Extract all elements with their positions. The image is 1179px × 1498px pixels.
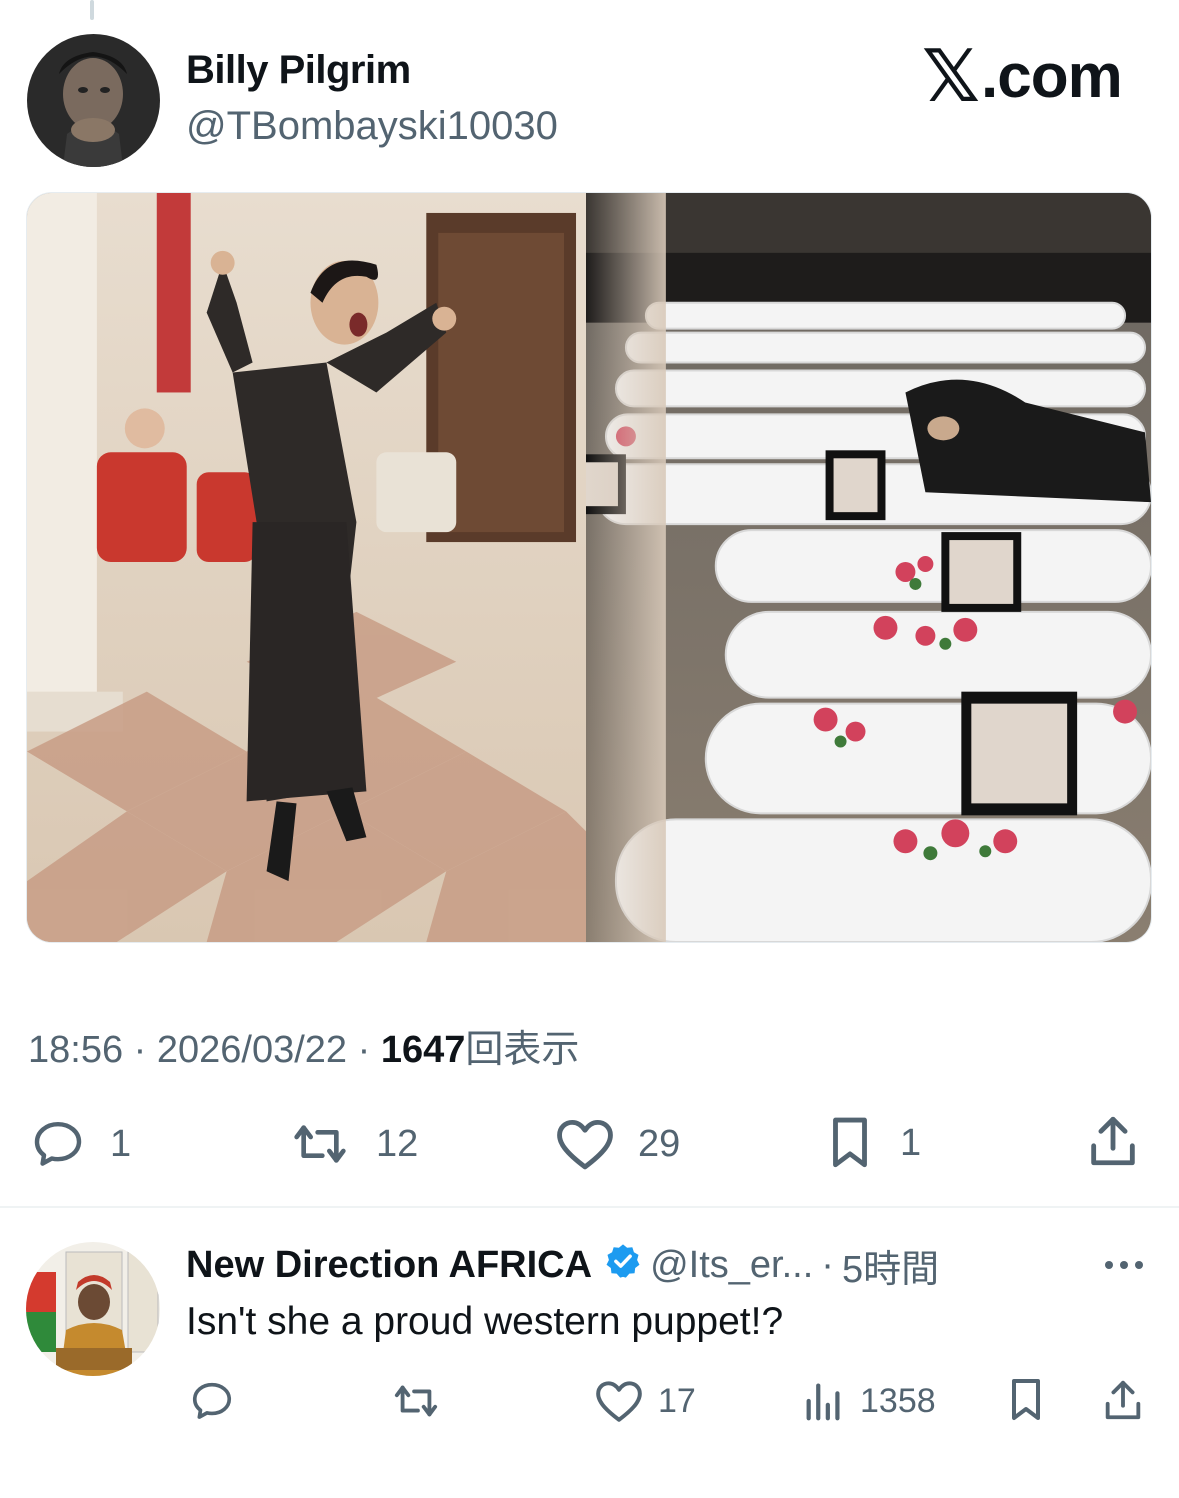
divider — [0, 1206, 1179, 1208]
reply-like-button[interactable]: 17 — [594, 1378, 696, 1424]
reply-author-handle[interactable]: @Its_er... — [650, 1244, 813, 1287]
more-options-icon[interactable] — [1102, 1258, 1146, 1277]
heart-icon — [557, 1119, 613, 1170]
heart-icon — [596, 1381, 642, 1422]
reply-icon — [192, 1382, 232, 1419]
reply-header: New Direction AFRICA @Its_er... · 5時間 — [186, 1238, 939, 1293]
x-com-domain: .com — [981, 41, 1123, 111]
share-icon — [1091, 1116, 1135, 1166]
repost-button[interactable]: 12 — [286, 1116, 418, 1172]
repost-count: 12 — [376, 1122, 419, 1165]
views-label: 回表示 — [465, 1029, 580, 1071]
reply-views-count: 1358 — [860, 1381, 936, 1420]
reply-author-name[interactable]: New Direction AFRICA — [186, 1244, 592, 1287]
reply-reply-button[interactable] — [188, 1378, 250, 1424]
reply-icon — [34, 1121, 82, 1166]
repost-icon — [294, 1125, 346, 1163]
x-com-logo: 𝕏 .com — [922, 34, 1123, 118]
reply-text: Isn't she a proud western puppet!? — [186, 1300, 784, 1343]
reply-views-button[interactable]: 1358 — [802, 1378, 936, 1424]
reply-repost-button[interactable] — [388, 1378, 458, 1424]
photo-icon — [27, 193, 1151, 942]
reply-author-avatar[interactable] — [26, 1242, 160, 1376]
reply-button[interactable]: 1 — [28, 1116, 131, 1172]
author-handle[interactable]: @TBombayski10030 — [186, 104, 558, 149]
x-logo-icon: 𝕏 — [922, 34, 980, 118]
like-button[interactable]: 29 — [554, 1116, 680, 1172]
share-button[interactable] — [1084, 1112, 1142, 1170]
author-avatar[interactable] — [27, 34, 160, 167]
author-name[interactable]: Billy Pilgrim — [186, 48, 411, 93]
reply-share-button[interactable] — [1100, 1376, 1146, 1424]
thread-connector-line — [90, 0, 94, 20]
analytics-bar-icon — [806, 1383, 840, 1421]
post-image[interactable] — [26, 192, 1152, 943]
share-icon — [1105, 1380, 1141, 1420]
reply-bookmark-button[interactable] — [1004, 1376, 1048, 1424]
reply-time[interactable]: 5時間 — [842, 1238, 939, 1293]
bookmark-button[interactable]: 1 — [822, 1114, 921, 1172]
reply-count: 1 — [110, 1122, 132, 1165]
post-time[interactable]: 18:56 — [28, 1029, 123, 1071]
bookmark-count: 1 — [900, 1121, 922, 1164]
like-count: 29 — [638, 1122, 681, 1165]
post-date[interactable]: 2026/03/22 — [157, 1029, 347, 1071]
reply-like-count: 17 — [658, 1381, 696, 1420]
repost-icon — [394, 1385, 438, 1417]
views-count: 1647 — [380, 1029, 466, 1071]
bookmark-icon — [1012, 1379, 1040, 1420]
post-meta: 18:56 · 2026/03/22 · 1647回表示 — [28, 1029, 580, 1071]
bookmark-icon — [833, 1117, 867, 1168]
verified-badge-icon — [604, 1242, 642, 1290]
